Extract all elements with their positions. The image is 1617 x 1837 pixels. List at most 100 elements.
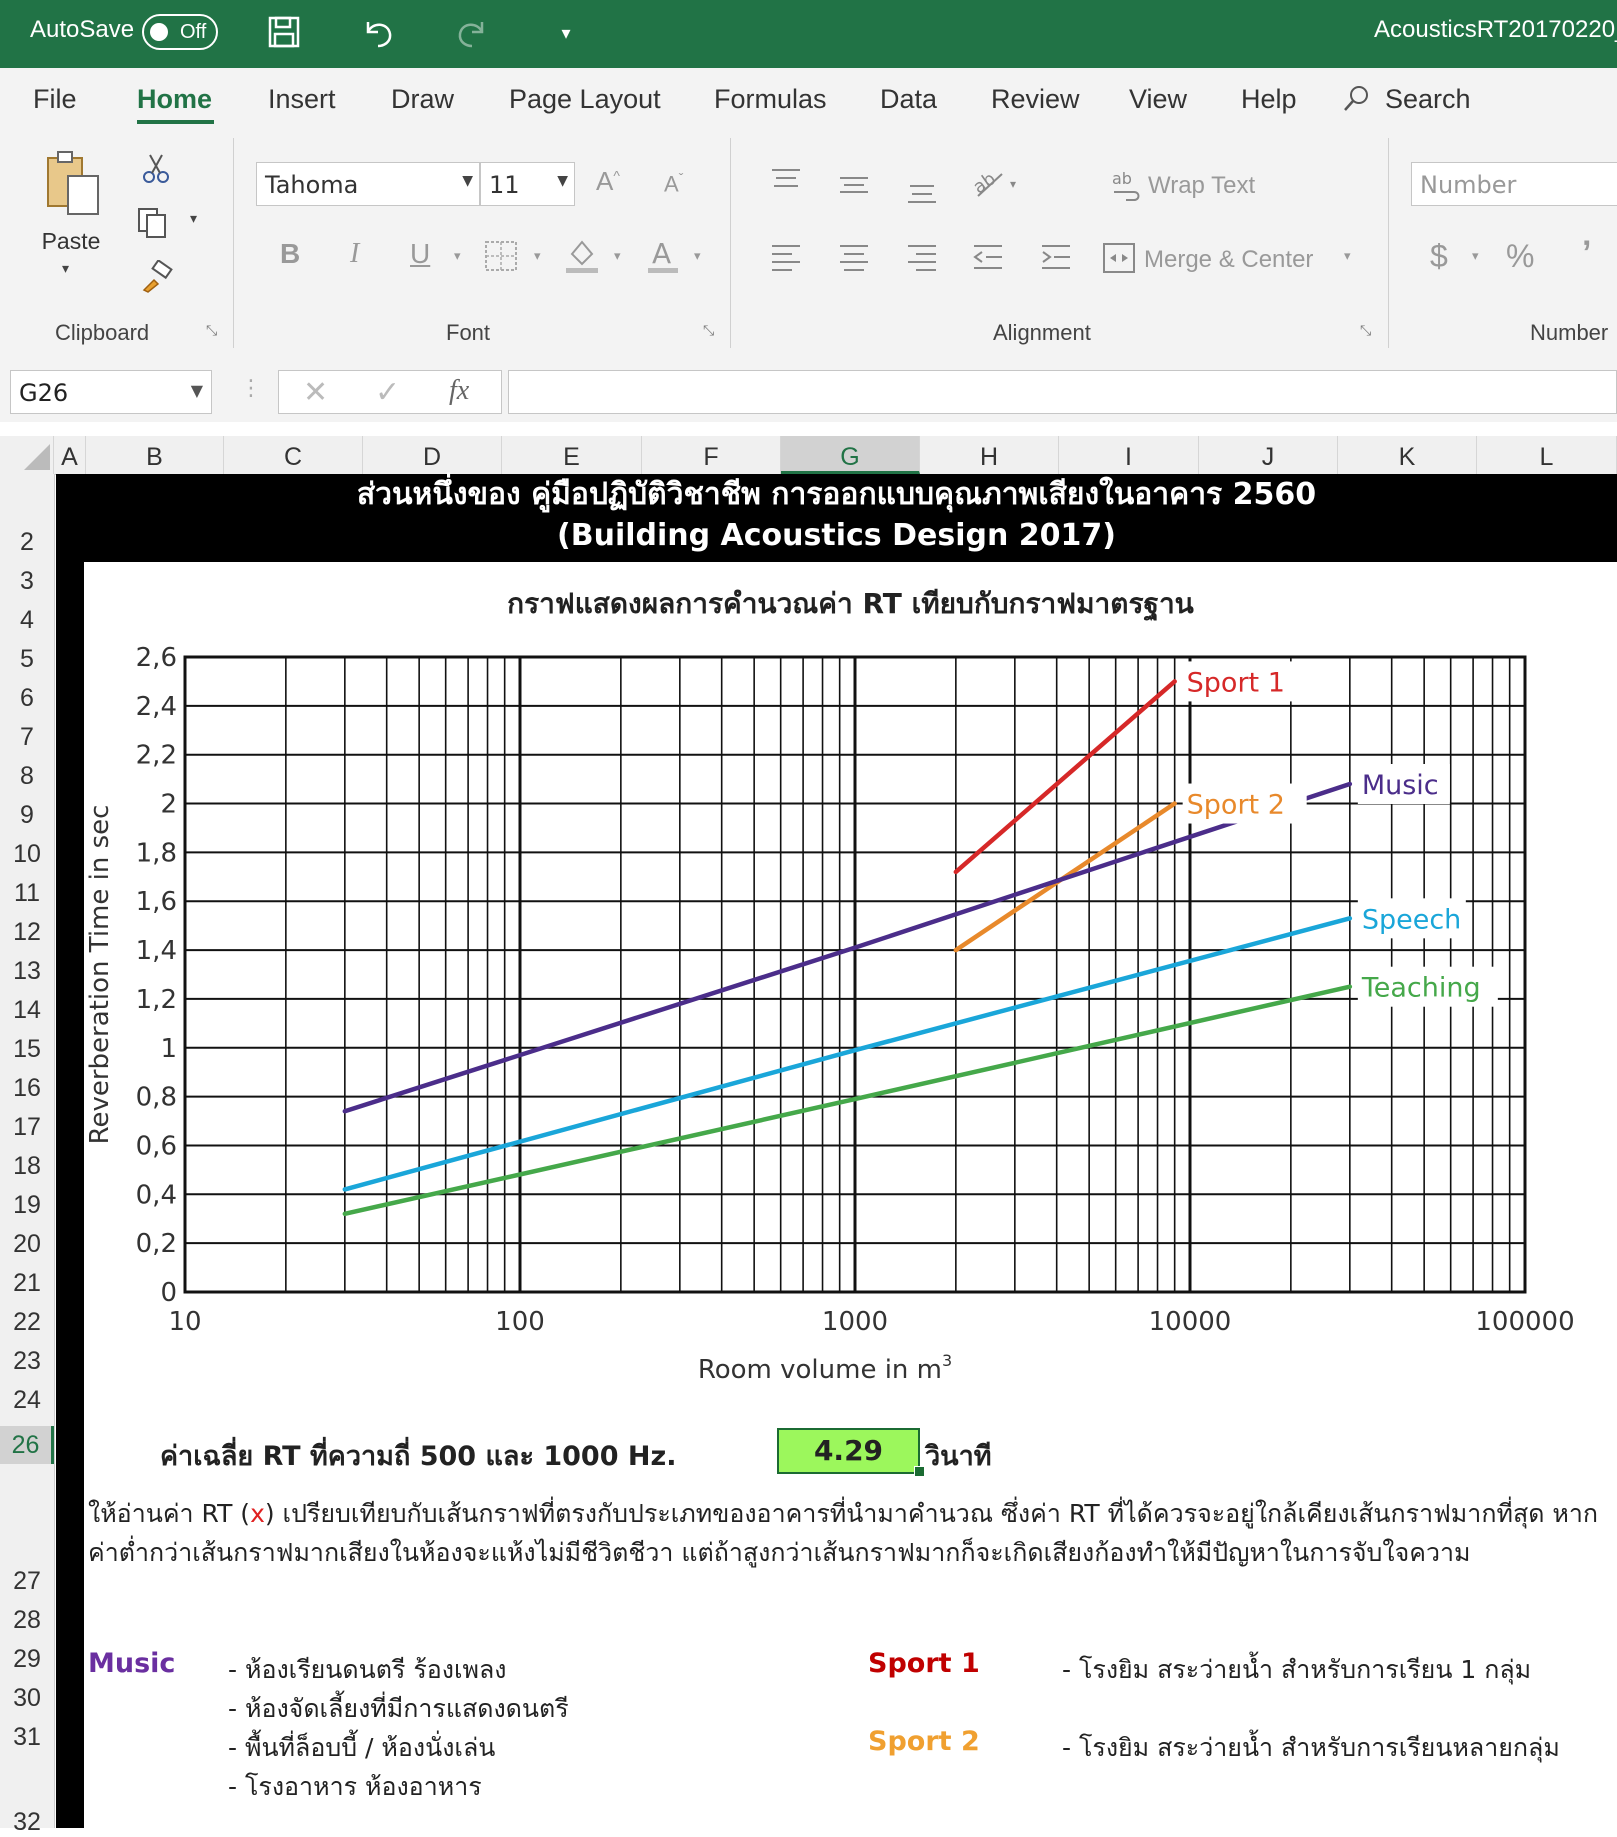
borders-icon[interactable] [484,240,518,279]
column-header-e[interactable]: E [502,436,642,474]
row-header[interactable]: 16 [0,1074,54,1103]
row-header[interactable]: 32 [0,1808,54,1837]
row-header[interactable]: 28 [0,1606,54,1635]
column-header-k[interactable]: K [1338,436,1477,474]
tab-help[interactable]: Help [1241,84,1297,115]
rt-chart[interactable]: 00,20,40,60,811,21,41,61,822,22,42,6 10 1… [84,562,1617,1412]
underline-dropdown-icon[interactable]: ▾ [454,248,461,264]
column-header-j[interactable]: J [1199,436,1338,474]
column-header-d[interactable]: D [363,436,502,474]
save-icon[interactable] [262,12,306,56]
tab-data[interactable]: Data [880,84,937,115]
avg-rt-value-cell[interactable]: 4.29 [777,1428,920,1474]
autosave-toggle[interactable]: Off [142,14,218,50]
row-header[interactable]: 29 [0,1645,54,1674]
italic-button[interactable]: I [350,238,359,270]
cut-icon[interactable] [140,152,172,191]
row-header[interactable]: 14 [0,996,54,1025]
row-header[interactable]: 21 [0,1269,54,1298]
currency-dropdown-icon[interactable]: ▾ [1472,248,1479,264]
number-format-select[interactable]: Number [1411,162,1617,206]
increase-indent-icon[interactable] [1040,242,1072,279]
cancel-icon[interactable]: ✕ [303,375,328,410]
decrease-indent-icon[interactable] [972,242,1004,279]
row-header[interactable]: 12 [0,918,54,947]
increase-font-icon[interactable]: A^ [596,166,620,197]
redo-icon[interactable] [450,12,494,56]
align-right-icon[interactable] [906,242,938,279]
row-header[interactable]: 22 [0,1308,54,1337]
row-header[interactable]: 24 [0,1386,54,1415]
orientation-icon[interactable]: ab ▾ [969,166,1024,207]
row-header[interactable]: 7 [0,723,54,752]
name-box[interactable]: G26 ▼ [10,370,212,414]
formula-input[interactable] [508,370,1617,414]
column-header-b[interactable]: B [86,436,224,474]
row-header[interactable]: 17 [0,1113,54,1142]
enter-icon[interactable]: ✓ [375,375,400,410]
tab-file[interactable]: File [33,84,77,115]
font-color-dropdown-icon[interactable]: ▾ [694,248,701,264]
row-header[interactable]: 15 [0,1035,54,1064]
align-bottom-icon[interactable] [906,174,938,211]
currency-button[interactable]: $ [1430,238,1448,275]
undo-icon[interactable] [356,12,400,56]
underline-button[interactable]: U [410,238,430,270]
comma-button[interactable]: ’ [1582,234,1591,273]
tab-home[interactable]: Home [137,84,212,115]
align-center-icon[interactable] [838,242,870,279]
align-top-icon[interactable] [770,166,802,203]
merge-dropdown-icon[interactable]: ▾ [1344,248,1351,264]
align-left-icon[interactable] [770,242,802,279]
column-header-g[interactable]: G [781,436,920,474]
tab-insert[interactable]: Insert [268,84,336,115]
row-header[interactable]: 31 [0,1723,54,1752]
tab-page-layout[interactable]: Page Layout [509,84,661,115]
row-header[interactable]: 19 [0,1191,54,1220]
row-header[interactable]: 8 [0,762,54,791]
paste-label[interactable]: Paste [36,228,106,255]
row-header[interactable]: 3 [0,567,54,596]
column-header-h[interactable]: H [920,436,1059,474]
column-header-f[interactable]: F [642,436,781,474]
row-header[interactable]: 4 [0,606,54,635]
select-all-corner[interactable] [0,436,54,474]
customize-toolbar-icon[interactable]: ▾ [544,12,588,56]
row-header[interactable]: 23 [0,1347,54,1376]
row-header[interactable]: 10 [0,840,54,869]
alignment-launcher-icon[interactable]: ⤡ [1360,322,1371,339]
merge-center-icon[interactable] [1102,242,1136,281]
copy-dropdown-icon[interactable]: ▾ [190,210,197,227]
font-color-icon[interactable]: A [646,236,680,281]
tab-formulas[interactable]: Formulas [714,84,827,115]
row-header[interactable]: 11 [0,879,54,908]
row-header[interactable]: 5 [0,645,54,674]
percent-button[interactable]: % [1506,238,1534,275]
column-header-c[interactable]: C [224,436,363,474]
row-header[interactable]: 6 [0,684,54,713]
column-header-a[interactable]: A [54,436,86,474]
merge-center-label[interactable]: Merge & Center [1144,246,1313,274]
clipboard-launcher-icon[interactable]: ⤡ [206,322,217,339]
search-label[interactable]: Search [1385,84,1471,115]
copy-icon[interactable] [136,206,172,247]
row-header[interactable]: 26 [0,1426,54,1464]
tab-draw[interactable]: Draw [391,84,454,115]
font-launcher-icon[interactable]: ⤡ [703,322,714,339]
fill-color-dropdown-icon[interactable]: ▾ [614,248,621,264]
fill-color-icon[interactable] [564,236,600,281]
row-header[interactable]: 2 [0,528,54,557]
paste-dropdown-icon[interactable]: ▾ [62,260,69,277]
align-middle-icon[interactable] [838,170,870,207]
bold-button[interactable]: B [280,238,300,270]
borders-dropdown-icon[interactable]: ▾ [534,248,541,264]
row-header[interactable]: 27 [0,1567,54,1596]
wrap-text-label[interactable]: Wrap Text [1148,172,1255,200]
tab-view[interactable]: View [1129,84,1187,115]
search-icon[interactable] [1342,84,1372,121]
paste-icon[interactable] [40,148,104,218]
font-name-select[interactable]: Tahoma ▼ [256,162,480,206]
insert-function-icon[interactable]: fx [449,375,469,407]
row-header[interactable]: 13 [0,957,54,986]
format-painter-icon[interactable] [140,258,174,301]
